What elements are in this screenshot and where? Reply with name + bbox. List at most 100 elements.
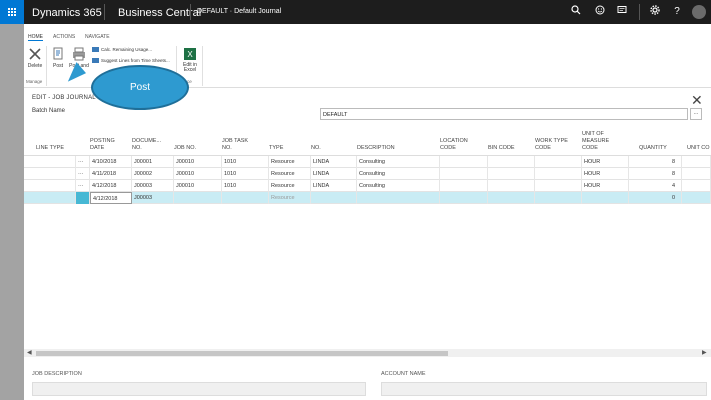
cell-document-no[interactable]: J00002 <box>132 168 174 180</box>
cell-job-task-no[interactable]: 1010 <box>222 168 269 180</box>
cell-location-code[interactable] <box>440 168 488 180</box>
cell-posting-date[interactable]: 4/11/2018 <box>90 168 132 180</box>
cell-no[interactable] <box>311 192 357 204</box>
column-header-unit-of-measure[interactable]: UNIT OF MEASURE CODE <box>582 131 609 152</box>
cell-quantity[interactable]: 8 <box>629 168 682 180</box>
help-icon[interactable]: ? <box>670 5 684 19</box>
batch-lookup-button[interactable]: ... <box>690 108 702 120</box>
cell-job-no[interactable]: J00010 <box>174 156 222 168</box>
column-header-type[interactable]: TYPE <box>269 145 283 152</box>
column-header-document-no[interactable]: DOCUME... NO. <box>132 138 161 152</box>
cell-bin-code[interactable] <box>488 180 535 192</box>
scroll-right-icon[interactable]: ▶ <box>702 349 707 356</box>
app-launcher-icon[interactable] <box>0 0 24 24</box>
cell-line-type[interactable] <box>36 192 76 204</box>
cell-unit-of-measure[interactable]: HOUR <box>582 156 629 168</box>
cell-description[interactable]: Consulting <box>357 156 440 168</box>
cell-no[interactable]: LINDA <box>311 180 357 192</box>
cell-unit-of-measure[interactable]: HOUR <box>582 168 629 180</box>
column-header-posting-date[interactable]: POSTING DATE <box>90 138 115 152</box>
cell-no[interactable]: LINDA <box>311 156 357 168</box>
close-icon[interactable]: ✕ <box>691 92 703 109</box>
column-header-quantity[interactable]: QUANTITY <box>639 145 667 152</box>
cell-quantity[interactable]: 0 <box>629 192 682 204</box>
scroll-left-icon[interactable]: ◀ <box>27 349 32 356</box>
table-row[interactable]: ··· 4/10/2018 J00001 J00010 1010 Resource LIND… <box>24 156 711 168</box>
cell-work-type-code[interactable] <box>535 192 582 204</box>
column-header-unit-cost[interactable]: UNIT CO <box>687 145 710 152</box>
cell-menu[interactable]: ··· <box>76 168 90 180</box>
app-name[interactable]: Dynamics 365 <box>32 7 102 19</box>
tab-home[interactable]: HOME <box>28 34 43 41</box>
column-header-location-code[interactable]: LOCATION CODE <box>440 138 468 152</box>
cell-posting-date[interactable]: 4/10/2018 <box>90 156 132 168</box>
cell-menu[interactable]: ··· <box>76 180 90 192</box>
batch-name-input[interactable]: DEFAULT <box>320 108 688 120</box>
gear-icon[interactable] <box>648 5 662 19</box>
chat-icon[interactable] <box>615 5 629 19</box>
smiley-icon[interactable] <box>593 5 607 19</box>
cell-description[interactable] <box>357 192 440 204</box>
cell-location-code[interactable] <box>440 192 488 204</box>
search-icon[interactable] <box>569 5 583 19</box>
cell-description[interactable]: Consulting <box>357 168 440 180</box>
job-description-field[interactable] <box>32 382 366 396</box>
cell-line-type[interactable] <box>36 156 76 168</box>
delete-button[interactable]: Delete <box>26 47 44 69</box>
cell-bin-code[interactable] <box>488 156 535 168</box>
cell-job-no[interactable] <box>174 192 222 204</box>
cell-posting-date[interactable]: 4/12/2018 <box>90 192 132 204</box>
calc-remaining-usage-button[interactable]: Calc. Remaining Usage... <box>92 47 152 53</box>
post-button[interactable]: Post <box>50 47 66 69</box>
column-header-bin-code[interactable]: BIN CODE <box>488 145 515 152</box>
column-header-work-type-code[interactable]: WORK TYPE CODE <box>535 138 568 152</box>
cell-job-no[interactable]: J00010 <box>174 180 222 192</box>
cell-unit-of-measure[interactable]: HOUR <box>582 180 629 192</box>
cell-document-no[interactable]: J00003 <box>132 180 174 192</box>
cell-line-type[interactable] <box>36 180 76 192</box>
row-indicator[interactable] <box>76 192 90 204</box>
tab-navigate[interactable]: NAVIGATE <box>85 34 110 40</box>
table-row[interactable]: ··· 4/12/2018 J00003 J00010 1010 Resource LIND… <box>24 180 711 192</box>
cell-line-type[interactable] <box>36 168 76 180</box>
table-row[interactable]: ··· 4/11/2018 J00002 J00010 1010 Resource LIND… <box>24 168 711 180</box>
cell-work-type-code[interactable] <box>535 168 582 180</box>
cell-type[interactable]: Resource <box>269 180 311 192</box>
cell-location-code[interactable] <box>440 156 488 168</box>
scrollbar-thumb[interactable] <box>36 351 448 356</box>
cell-document-no[interactable]: J00003 <box>132 192 174 204</box>
cell-document-no[interactable]: J00001 <box>132 156 174 168</box>
cell-type[interactable]: Resource <box>269 192 311 204</box>
column-header-description[interactable]: DESCRIPTION <box>357 145 395 152</box>
horizontal-scrollbar[interactable]: ◀ ▶ <box>24 349 711 357</box>
cell-posting-date[interactable]: 4/12/2018 <box>90 180 132 192</box>
cell-unit-cost[interactable] <box>682 192 711 204</box>
column-header-no[interactable]: NO. <box>311 145 321 152</box>
account-name-field[interactable] <box>381 382 707 396</box>
cell-quantity[interactable]: 8 <box>629 156 682 168</box>
column-header-job-task-no[interactable]: JOB TASK NO. <box>222 138 248 152</box>
suggest-lines-button[interactable]: Suggest Lines from Time Sheets... <box>92 58 170 64</box>
column-header-job-no[interactable]: JOB NO. <box>174 145 196 152</box>
tab-actions[interactable]: ACTIONS <box>53 34 75 40</box>
cell-job-no[interactable]: J00010 <box>174 168 222 180</box>
cell-type[interactable]: Resource <box>269 156 311 168</box>
cell-job-task-no[interactable] <box>222 192 269 204</box>
cell-bin-code[interactable] <box>488 192 535 204</box>
cell-quantity[interactable]: 4 <box>629 180 682 192</box>
column-header-line-type[interactable]: LINE TYPE <box>36 145 64 152</box>
cell-bin-code[interactable] <box>488 168 535 180</box>
edit-in-excel-button[interactable]: X Edit in Excel <box>179 47 201 73</box>
cell-work-type-code[interactable] <box>535 180 582 192</box>
cell-type[interactable]: Resource <box>269 168 311 180</box>
cell-job-task-no[interactable]: 1010 <box>222 180 269 192</box>
cell-work-type-code[interactable] <box>535 156 582 168</box>
cell-location-code[interactable] <box>440 180 488 192</box>
avatar[interactable] <box>692 5 706 19</box>
table-row[interactable]: 4/12/2018 J00003 Resource 0 <box>24 192 711 204</box>
cell-job-task-no[interactable]: 1010 <box>222 156 269 168</box>
cell-no[interactable]: LINDA <box>311 168 357 180</box>
cell-unit-cost[interactable] <box>682 180 711 192</box>
cell-menu[interactable]: ··· <box>76 156 90 168</box>
cell-description[interactable]: Consulting <box>357 180 440 192</box>
